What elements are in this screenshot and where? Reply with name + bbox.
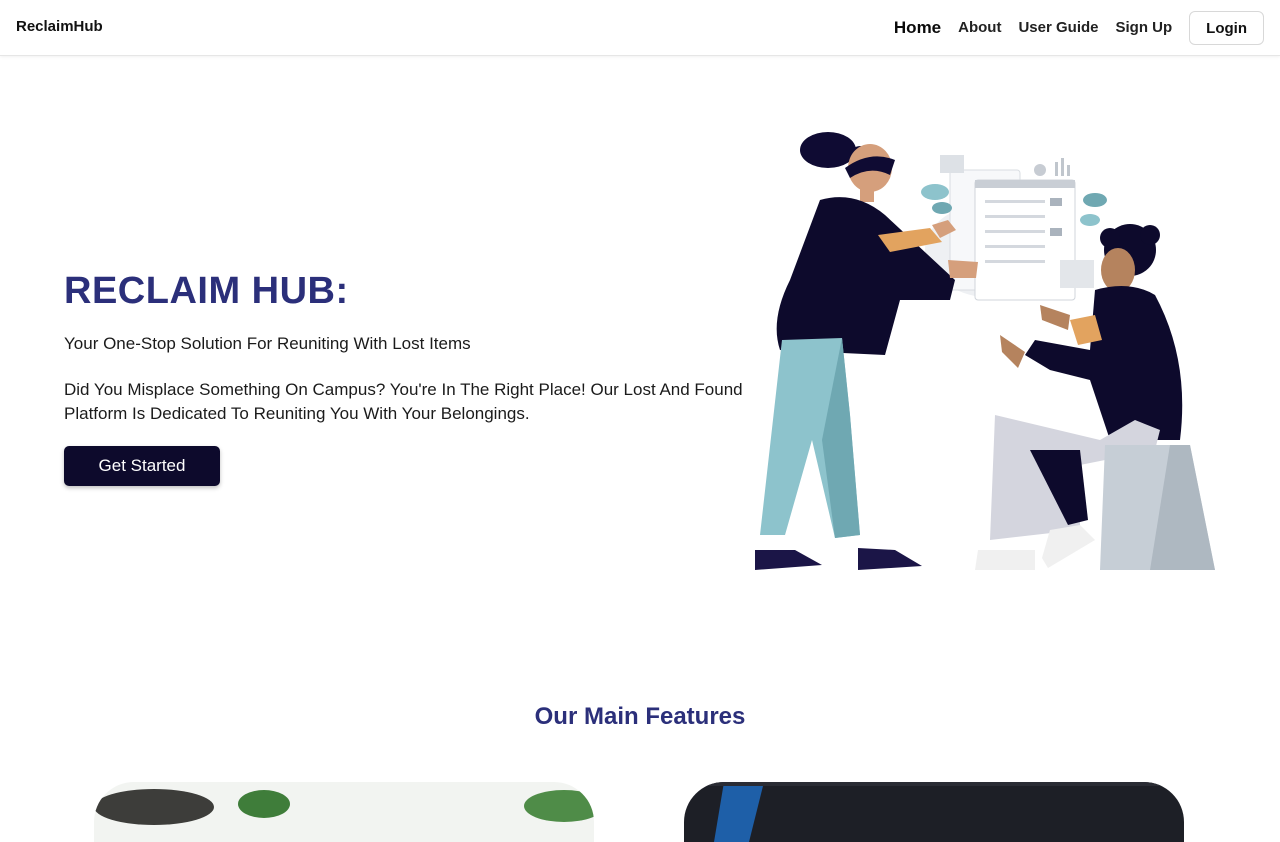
hero-title: RECLAIM HUB: <box>64 270 349 312</box>
get-started-button[interactable]: Get Started <box>64 446 220 486</box>
features-title: Our Main Features <box>534 703 746 730</box>
brand-logo[interactable]: ReclaimHub <box>16 18 103 35</box>
hero-illustration <box>755 132 1215 570</box>
tech-photo-right <box>684 782 1184 842</box>
nav-link-home[interactable]: Home <box>894 11 941 45</box>
hero-description: Did You Misplace Something On Campus? Yo… <box>64 380 743 423</box>
nav-links: Home About User Guide Sign Up Login <box>894 11 1264 45</box>
plant-photo-left <box>94 789 594 825</box>
nav-link-about[interactable]: About <box>958 11 1001 45</box>
feature-card-image-right[interactable] <box>684 782 1184 842</box>
navbar: ReclaimHub Home About User Guide Sign Up… <box>0 0 1280 56</box>
nav-link-sign-up[interactable]: Sign Up <box>1116 11 1173 45</box>
feature-card-image-left[interactable] <box>94 782 594 842</box>
nav-link-user-guide[interactable]: User Guide <box>1018 11 1098 45</box>
hero-subtitle: Your One-Stop Solution For Reuniting Wit… <box>64 334 471 353</box>
login-button[interactable]: Login <box>1189 11 1264 45</box>
